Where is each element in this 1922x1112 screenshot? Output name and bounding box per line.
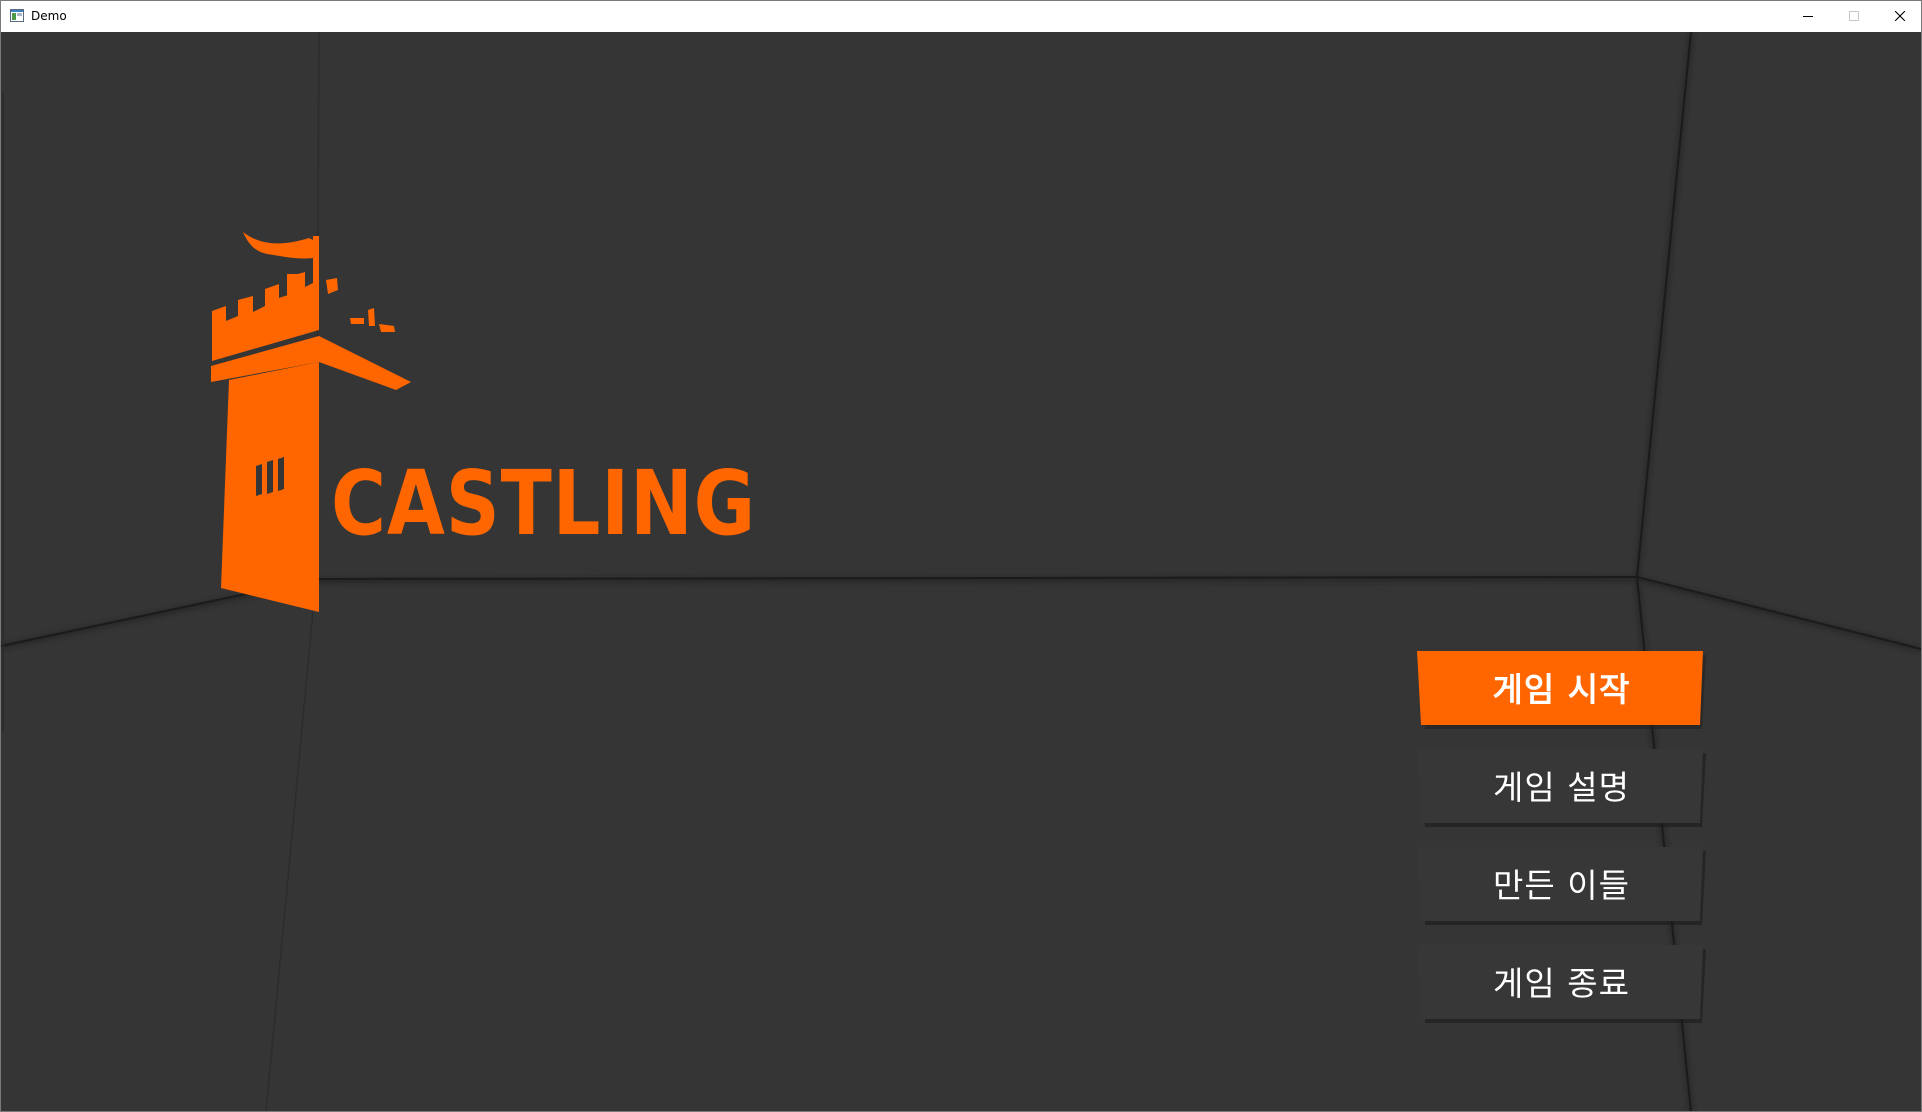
maximize-button[interactable] [1831,1,1877,31]
credits-button[interactable]: 만든 이들 [1417,847,1706,925]
castle-tower-icon [211,232,411,612]
window-title: Demo [31,9,67,23]
game-instructions-button[interactable]: 게임 설명 [1417,749,1706,827]
menu-item-label: 게임 시작 [1492,670,1631,709]
close-button[interactable] [1877,1,1921,31]
game-screen: CASTLING 게임 시작 게임 설명 만든 이들 게임 종료 [1,32,1921,1111]
castling-logo: CASTLING [211,232,756,612]
quit-game-button[interactable]: 게임 종료 [1417,945,1706,1023]
menu-item-label: 게임 종료 [1493,964,1630,1003]
app-window: Demo CASTLING 게임 시작 게임 설명 만든 이들 게임 종료 [0,0,1922,1112]
menu-item-label: 게임 설명 [1493,768,1630,807]
maximize-icon [1849,11,1859,21]
start-game-button[interactable]: 게임 시작 [1417,651,1706,729]
logo-title: CASTLING [331,451,756,555]
app-window-icon [10,9,24,22]
close-icon [1895,11,1905,21]
menu-item-label: 만든 이들 [1493,866,1630,905]
title-bar[interactable]: Demo [1,1,1921,31]
minimize-button[interactable] [1785,1,1831,31]
minimize-icon [1803,16,1813,17]
